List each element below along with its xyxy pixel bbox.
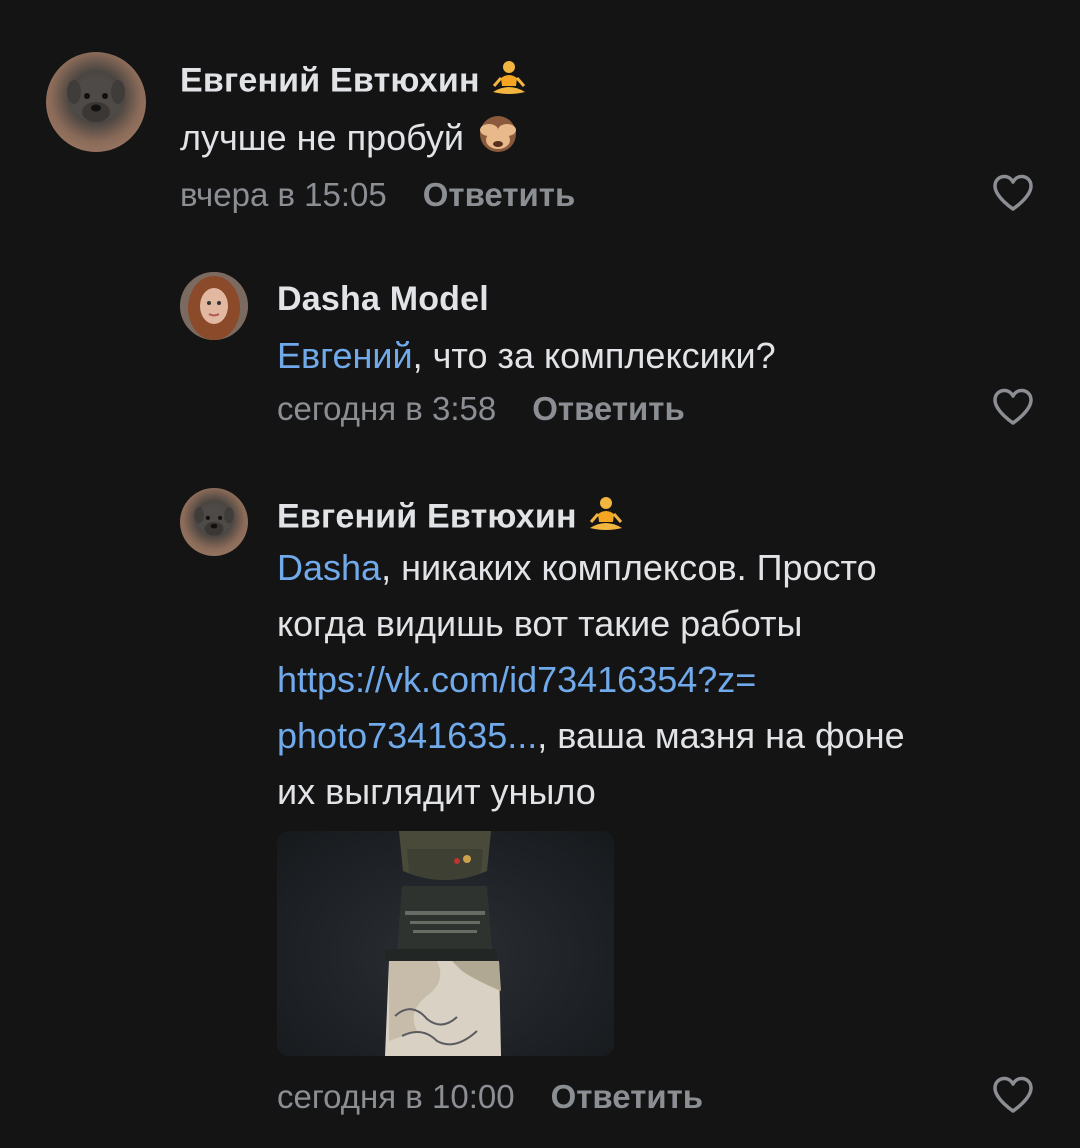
comment-text: лучше не пробуй — [180, 110, 522, 170]
comment-timestamp: вчера в 15:05 — [180, 176, 387, 213]
comment-1: Евгений Евтюхин лучше не пробуй вчера в … — [0, 0, 1080, 230]
reply-button[interactable]: Ответить — [551, 1078, 704, 1115]
dog-avatar-icon[interactable] — [180, 488, 248, 556]
external-link[interactable]: photo7341635... — [277, 715, 537, 756]
author-name[interactable]: Евгений Евтюхин — [277, 497, 577, 535]
author-name[interactable]: Евгений Евтюхин — [180, 61, 480, 99]
heart-icon[interactable] — [991, 173, 1035, 213]
woman-avatar-icon[interactable] — [180, 272, 248, 340]
comment-author[interactable]: Dasha Model — [277, 280, 489, 319]
comment-meta: вчера в 15:05 Ответить — [180, 176, 575, 214]
text-fragment: , ваша мазня на фоне — [537, 715, 905, 756]
lotus-position-emoji — [489, 58, 529, 107]
reply-button[interactable]: Ответить — [532, 390, 685, 427]
dog-avatar-icon[interactable] — [46, 52, 146, 152]
comment-meta: сегодня в 3:58 Ответить — [277, 390, 685, 428]
comment-text: Евгений, что за комплексики? — [277, 328, 776, 384]
text-line: Dasha, никаких комплексов. Просто — [277, 540, 905, 596]
text-line: когда видишь вот такие работы — [277, 603, 803, 644]
heart-icon[interactable] — [991, 387, 1035, 427]
text-fragment: , никаких комплексов. Просто — [381, 547, 877, 588]
comment-meta: сегодня в 10:00 Ответить — [277, 1078, 703, 1116]
comment-author[interactable]: Евгений Евтюхин — [277, 494, 626, 543]
comment-text: Dasha, никаких комплексов. Просто когда … — [277, 540, 905, 820]
see-no-evil-monkey-emoji — [474, 110, 522, 170]
comment-text-content: , что за комплексики? — [412, 335, 776, 376]
comment-timestamp: сегодня в 10:00 — [277, 1078, 515, 1115]
text-line: https://vk.com/id73416354?z= — [277, 652, 905, 708]
comment-author[interactable]: Евгений Евтюхин — [180, 58, 529, 107]
mention-link[interactable]: Евгений — [277, 335, 413, 376]
comment-text-content: лучше не пробуй — [180, 117, 465, 158]
text-line: их выглядит уныло — [277, 771, 596, 812]
reply-button[interactable]: Ответить — [423, 176, 576, 213]
mention-link[interactable]: Dasha — [277, 547, 381, 588]
heart-icon[interactable] — [991, 1075, 1035, 1115]
lotus-position-emoji — [586, 494, 626, 543]
comment-3: Евгений Евтюхин Dasha, никаких комплексо… — [0, 470, 1080, 1148]
text-line: photo7341635..., ваша мазня на фоне — [277, 708, 905, 764]
painted-bust-figure-photo[interactable] — [277, 831, 614, 1056]
comment-timestamp: сегодня в 3:58 — [277, 390, 497, 427]
comment-2: Dasha Model Евгений, что за комплексики?… — [0, 230, 1080, 470]
external-link[interactable]: https://vk.com/id73416354?z= — [277, 659, 756, 700]
